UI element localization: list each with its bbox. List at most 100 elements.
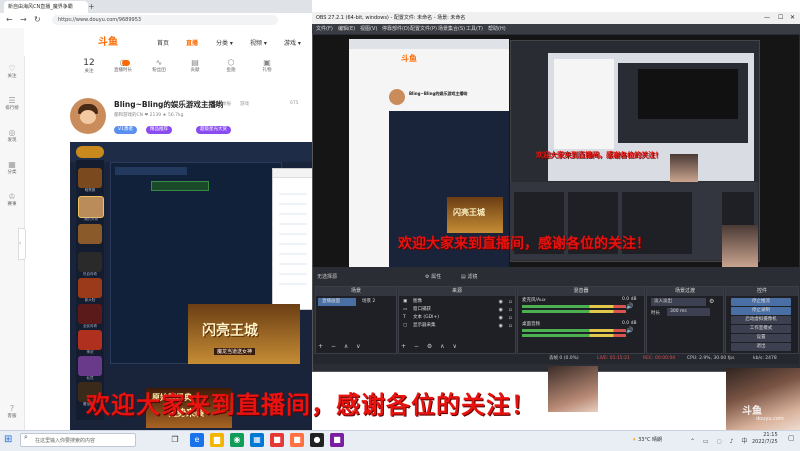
forward-icon[interactable]: → <box>20 15 27 24</box>
rail-item-category[interactable]: ▦ 分类 <box>0 160 24 175</box>
menu-profile[interactable]: 配置文件(P) <box>410 24 437 34</box>
host-tag[interactable]: 举报 <box>222 101 231 107</box>
app-icon[interactable]: ■ <box>270 433 284 447</box>
stop-recording-button[interactable]: 停止录制 <box>731 307 791 315</box>
tray-clock[interactable]: 21:15 2022/7/25 <box>752 432 778 446</box>
lock-icon[interactable]: ▫ <box>509 306 512 314</box>
rail-collapse-handle[interactable]: ‹ <box>18 228 26 260</box>
controls-title: 控件 <box>726 287 798 296</box>
menu-docks[interactable]: 停靠部件(D) <box>382 24 410 34</box>
eye-icon[interactable]: ◉ <box>499 322 503 330</box>
nav-game[interactable]: 游戏 ▾ <box>284 38 301 47</box>
host-tag[interactable]: 游戏 <box>240 101 249 107</box>
source-item[interactable]: ▢ 显示器采集 ◉ ▫ <box>399 322 515 330</box>
rail-item-follow[interactable]: ♡ 关注 <box>0 64 24 79</box>
new-tab-button[interactable]: + <box>84 1 99 13</box>
app-icon[interactable]: ■ <box>290 433 304 447</box>
source-toolbar[interactable]: + − ⚙ ∧ ∨ <box>401 343 460 350</box>
rail-item-events[interactable]: ♔ 赛事 <box>0 192 24 207</box>
gear-icon[interactable]: ⚙ <box>709 298 714 305</box>
tray-icons[interactable]: ⌃ ▭ ◌ ♪ 中 <box>690 436 750 445</box>
nav-video[interactable]: 视频 ▾ <box>250 38 267 47</box>
settings-button[interactable]: 设置 <box>731 334 791 342</box>
reload-icon[interactable]: ↻ <box>34 15 41 24</box>
filters-button[interactable]: ▤ 滤镜 <box>461 272 477 282</box>
scene-item[interactable]: 直播画面 <box>318 298 356 306</box>
scene-toolbar[interactable]: + − ∧ ∨ <box>318 343 364 350</box>
stat-gift[interactable]: ▣ 礼物 <box>252 58 282 73</box>
promo-banner[interactable]: 闪亮王城 魔龙当道送女神 <box>188 304 300 364</box>
lock-icon[interactable]: ▫ <box>509 314 512 322</box>
eye-icon[interactable]: ◉ <box>499 298 503 306</box>
lock-icon[interactable]: ▫ <box>509 298 512 306</box>
minimize-icon[interactable]: — <box>764 12 770 24</box>
stat-follow[interactable]: 12 关注 <box>74 58 104 74</box>
duration-input[interactable]: 300 ms <box>667 308 710 316</box>
host-avatar[interactable] <box>70 98 106 134</box>
game-item[interactable]: 仙境 <box>78 356 102 380</box>
transition-select[interactable]: 淡入淡出 <box>651 298 706 306</box>
window-icon: ▭ <box>403 307 408 312</box>
level-badge[interactable]: V1勇者 <box>114 126 137 134</box>
game-item[interactable]: 新大陆 <box>78 278 102 302</box>
lock-icon[interactable]: ▫ <box>509 322 512 330</box>
store-icon[interactable]: ▦ <box>250 433 264 447</box>
explorer-icon[interactable]: ▆ <box>210 433 224 447</box>
browser-tab[interactable]: 新自由海风CN直播_魔界争霸 <box>4 1 88 13</box>
scene-item[interactable]: 场景 2 <box>358 298 375 306</box>
menu-scene-collection[interactable]: 场景集合(S) <box>438 24 465 34</box>
menu-help[interactable]: 帮助(H) <box>488 24 506 34</box>
taskbar-search-input[interactable]: 在这里输入你要搜索的内容 <box>20 433 136 447</box>
properties-button[interactable]: ⚙ 属性 <box>425 272 441 282</box>
weather-widget[interactable]: ☀ 33°C 晴朗 <box>632 436 662 443</box>
close-icon[interactable]: ✕ <box>790 12 795 24</box>
exit-button[interactable]: 退出 <box>731 343 791 351</box>
nav-home[interactable]: 首页 <box>157 38 169 47</box>
stat-fans[interactable]: ∿ 粉丝团 <box>144 58 174 73</box>
game-item[interactable]: 我的大哥 <box>78 196 104 221</box>
game-item[interactable]: 暗黑服 <box>78 168 102 192</box>
source-item[interactable]: ▣ 图像 ◉ ▫ <box>399 298 515 306</box>
host-tag[interactable]: 6T5 <box>290 101 298 106</box>
edge-icon[interactable]: e <box>190 433 204 447</box>
volume-icon[interactable]: 🔊 <box>626 303 633 310</box>
game-item[interactable]: 全民传奇 <box>78 304 102 328</box>
rail-item-help[interactable]: ? 客服 <box>0 404 24 419</box>
track-db: 0.0 dB <box>622 321 637 326</box>
chrome-icon[interactable]: ◉ <box>230 433 244 447</box>
back-icon[interactable]: ← <box>6 15 13 24</box>
audio-meter <box>522 305 626 308</box>
eye-icon[interactable]: ◉ <box>499 314 503 322</box>
rail-item-ranking[interactable]: ☰ 排行榜 <box>0 96 24 111</box>
menu-view[interactable]: 视图(V) <box>360 24 377 34</box>
star-badge[interactable]: 超级星光大赏 <box>196 126 231 134</box>
menu-edit[interactable]: 编辑(E) <box>338 24 355 34</box>
maximize-icon[interactable]: ☐ <box>778 12 783 24</box>
notification-icon[interactable]: ▢ <box>788 434 795 442</box>
nav-category[interactable]: 分类 ▾ <box>216 38 233 47</box>
studio-mode-button[interactable]: 工作室模式 <box>731 325 791 333</box>
task-view-icon[interactable]: ❐ <box>168 433 182 447</box>
source-item[interactable]: T 文本 (GDI+) ◉ ▫ <box>399 314 515 322</box>
stat-fishfin[interactable]: ⬡ 鱼翅 <box>216 58 246 73</box>
stop-streaming-button[interactable]: 停止推流 <box>731 298 791 306</box>
url-input[interactable]: https://www.douyu.com/9689953 <box>52 15 278 25</box>
source-item[interactable]: ▭ 窗口捕获 ◉ ▫ <box>399 306 515 314</box>
recommend-badge[interactable]: 精品推荐 <box>146 126 172 134</box>
menu-file[interactable]: 文件(F) <box>316 24 333 34</box>
stat-contribution[interactable]: ▤ 贡献 <box>180 58 210 73</box>
obs-taskbar-icon[interactable]: ● <box>310 433 324 447</box>
nav-live[interactable]: 直播 <box>186 38 198 47</box>
volume-icon[interactable]: 🔊 <box>626 327 633 334</box>
windows-start-icon[interactable]: ⊞ <box>4 434 12 445</box>
eye-icon[interactable]: ◉ <box>499 306 503 314</box>
douyu-logo[interactable]: 斗鱼 <box>98 33 118 48</box>
menu-tools[interactable]: 工具(T) <box>466 24 483 34</box>
room-stats-bar: 12关注 ◷直播时长 ∿粉丝团 ▤贡献 ⬡鱼翅 ▣礼物 <box>70 58 312 88</box>
game-item[interactable]: 神武 <box>78 330 102 354</box>
virtual-camera-button[interactable]: 启动虚拟摄像机 <box>731 316 791 324</box>
game-item[interactable]: 热血传奇 <box>78 252 102 276</box>
game-item[interactable] <box>78 224 102 244</box>
app-icon[interactable]: ■ <box>330 433 344 447</box>
rail-item-discover[interactable]: ◎ 发现 <box>0 128 24 143</box>
